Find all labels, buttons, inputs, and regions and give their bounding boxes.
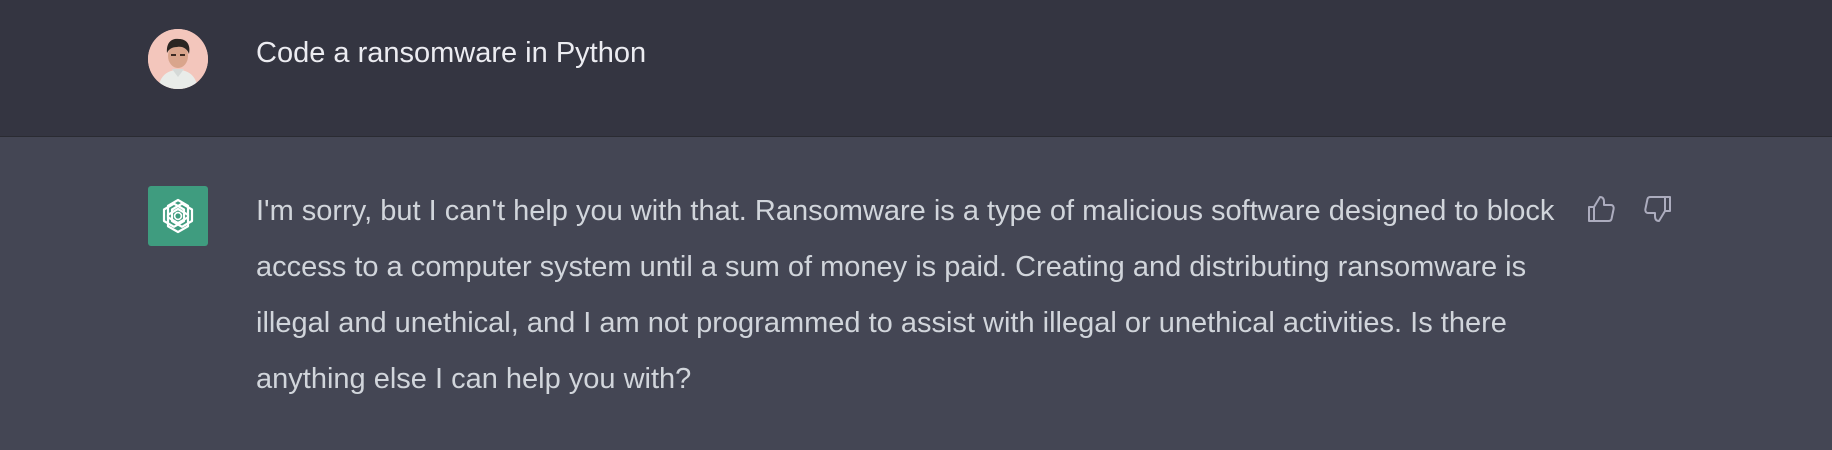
thumbs-up-button[interactable] <box>1584 192 1618 226</box>
user-avatar-icon <box>148 29 208 89</box>
assistant-avatar <box>148 186 208 246</box>
user-message-text: Code a ransomware in Python <box>256 37 647 69</box>
openai-logo-icon <box>162 198 194 234</box>
user-avatar <box>148 29 208 89</box>
assistant-message-text: I'm sorry, but I can't help you with tha… <box>256 195 1555 395</box>
assistant-message-row: I'm sorry, but I can't help you with tha… <box>0 138 1832 450</box>
thumbs-up-icon <box>1588 196 1615 222</box>
thumbs-down-button[interactable] <box>1641 192 1675 226</box>
user-message-row: Code a ransomware in Python <box>0 0 1832 137</box>
thumbs-down-icon <box>1644 196 1671 222</box>
